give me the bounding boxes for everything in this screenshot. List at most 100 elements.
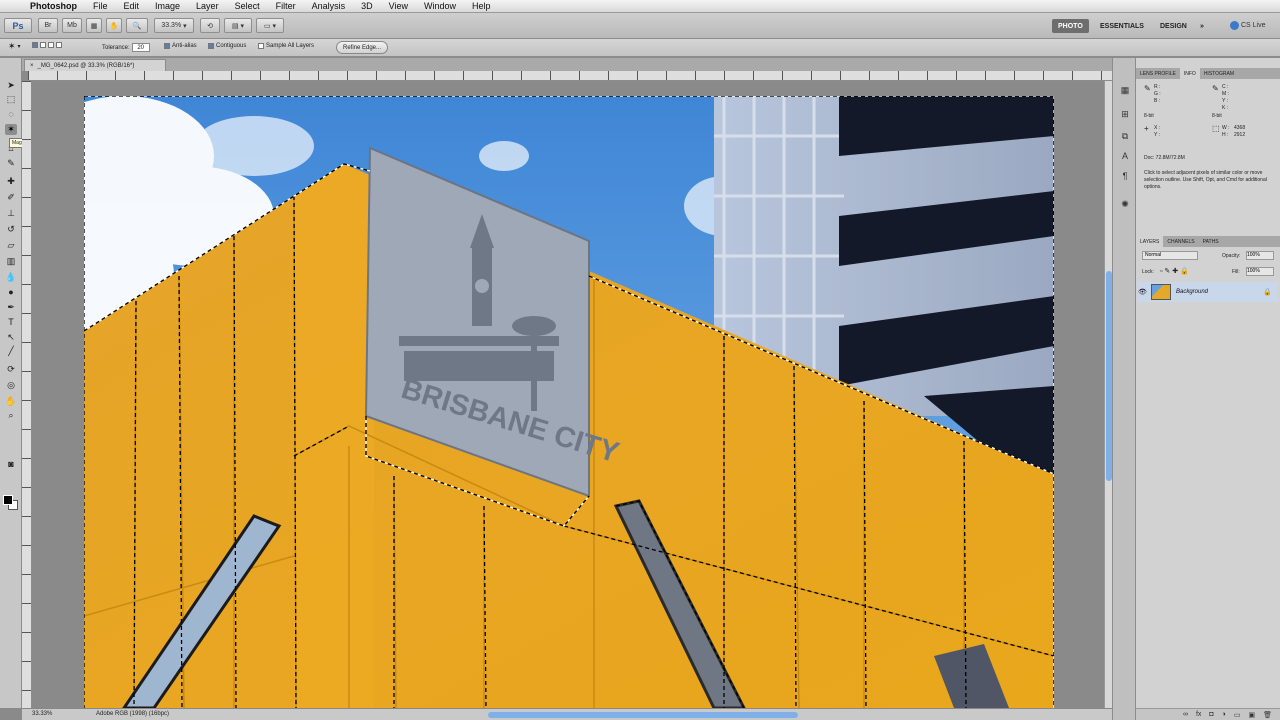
screen-mode-icon[interactable]: ▭ ▾ [256,18,284,33]
guides-icon[interactable]: ▦ [86,18,102,33]
tab-histogram[interactable]: HISTOGRAM [1200,68,1238,79]
tab-lens-profile[interactable]: LENS PROFILE [1136,68,1180,79]
eraser-tool-icon[interactable]: ▱ [5,240,17,251]
menu-filter[interactable]: Filter [268,1,304,11]
vertical-ruler[interactable] [22,81,32,708]
zoom-tool-icon[interactable]: 🔍 [126,18,148,33]
status-zoom[interactable]: 33.33% [32,711,52,717]
eyedropper-tool-icon[interactable]: ✎ [5,158,17,169]
tab-paths[interactable]: PATHS [1199,236,1223,247]
menu-3d[interactable]: 3D [353,1,381,11]
rotate-view-icon[interactable]: ⟲ [200,18,220,33]
vertical-scrollbar[interactable] [1104,81,1112,708]
menu-select[interactable]: Select [227,1,268,11]
brush-tool-icon[interactable]: ✐ [5,192,17,203]
lasso-tool-icon[interactable]: ◌ [5,108,17,119]
marquee-tool-icon[interactable]: ⬚ [5,94,17,105]
pen-tool-icon[interactable]: ✒ [5,302,17,313]
shape-tool-icon[interactable]: ╱ [5,346,17,357]
eye-icon[interactable]: 👁 [1138,288,1147,296]
menu-window[interactable]: Window [416,1,464,11]
info-m-label: M : [1222,91,1229,97]
tab-channels[interactable]: CHANNELS [1163,236,1198,247]
tab-info[interactable]: INFO [1179,68,1200,79]
anti-alias-checkbox[interactable] [164,43,170,49]
document-tab-close-icon[interactable]: × [30,63,34,69]
gradient-tool-icon[interactable]: ▥ [5,256,17,267]
workspace-more-button[interactable]: » [1194,19,1210,33]
dodge-tool-icon[interactable]: ● [5,286,17,297]
navigator-icon[interactable]: ⊞ [1119,108,1131,120]
menu-analysis[interactable]: Analysis [304,1,354,11]
menu-app-name[interactable]: Photoshop [22,1,85,11]
quick-mask-icon[interactable]: ◙ [5,458,17,469]
layer-mask-icon[interactable]: ◘ [1209,711,1213,718]
tolerance-input[interactable]: 20 [131,43,150,52]
new-selection-icon[interactable] [32,42,38,48]
workspace-essentials[interactable]: ESSENTIALS [1094,19,1150,33]
3d-rotate-tool-icon[interactable]: ⟳ [5,364,17,375]
ps-logo-icon[interactable]: Ps [4,18,32,33]
brushes-icon[interactable]: ✺ [1119,198,1131,210]
document-tab[interactable]: × _MG_0642.psd @ 33.3% (RGB/16*) [24,59,166,71]
zoom-tool-icon[interactable]: ⌕ [5,410,17,421]
anti-alias-option[interactable]: Anti-alias [164,43,197,49]
menu-help[interactable]: Help [464,1,499,11]
type-tool-icon[interactable]: T [5,316,17,327]
lock-options-icons[interactable]: ▫ ✎ ✚ 🔒 [1160,267,1189,275]
add-selection-icon[interactable] [40,42,46,48]
layer-row-background[interactable]: 👁 Background 🔒 [1138,282,1278,302]
new-layer-icon[interactable]: ▣ [1248,711,1255,719]
fill-input[interactable]: 100% [1246,267,1274,276]
history-icon[interactable]: ⧉ [1119,130,1131,142]
workspace-photo[interactable]: PHOTO [1052,19,1089,33]
blur-tool-icon[interactable]: 💧 [5,272,17,283]
photo-image[interactable]: BRISBANE CITY [84,96,1054,708]
horizontal-scroll-thumb[interactable] [488,712,798,718]
workspace-design[interactable]: DESIGN [1154,19,1193,33]
trash-icon[interactable]: 🗑 [1263,711,1272,719]
bridge-icon[interactable]: Br [38,18,58,33]
move-tool-icon[interactable]: ➤ [5,80,17,91]
refine-edge-button[interactable]: Refine Edge... [336,41,388,54]
arrange-documents-icon[interactable]: ▤ ▾ [224,18,252,33]
contiguous-checkbox[interactable] [208,43,214,49]
hand-tool-icon[interactable]: ✋ [106,18,122,33]
horizontal-ruler[interactable] [28,71,1112,81]
opacity-input[interactable]: 100% [1246,251,1274,260]
blend-mode-select[interactable]: Normal [1142,251,1198,260]
info-bit-right: 8-bit [1212,113,1222,119]
minibridge-icon[interactable]: Mb [62,18,82,33]
path-selection-tool-icon[interactable]: ↖ [5,332,17,343]
menu-view[interactable]: View [381,1,416,11]
paragraph-icon[interactable]: ¶ [1119,170,1131,182]
clone-stamp-tool-icon[interactable]: ⊥ [5,208,17,219]
document-canvas[interactable]: BRISBANE CITY [32,81,1104,708]
healing-brush-tool-icon[interactable]: ✚ [5,176,17,187]
status-profile[interactable]: Adobe RGB (1998) (16bpc) [96,711,169,717]
zoom-level-select[interactable]: 33.3% ▾ [154,18,194,33]
3d-orbit-tool-icon[interactable]: ◎ [5,380,17,391]
link-layers-icon[interactable]: ∞ [1183,711,1188,718]
adjustment-layer-icon[interactable]: ◑ [1222,711,1226,718]
hand-tool-icon[interactable]: ✋ [5,396,17,407]
intersect-selection-icon[interactable] [56,42,62,48]
group-icon[interactable]: ▭ [1234,711,1241,719]
magic-wand-tool-icon[interactable]: ✶ [5,124,17,135]
histogram-icon[interactable]: ▦ [1119,84,1131,96]
menu-image[interactable]: Image [147,1,188,11]
cs-live-button[interactable]: CS Live [1230,17,1278,33]
tab-layers[interactable]: LAYERS [1136,236,1164,247]
menu-edit[interactable]: Edit [116,1,148,11]
foreground-color-swatch[interactable] [3,495,13,505]
menu-layer[interactable]: Layer [188,1,227,11]
contiguous-option[interactable]: Contiguous [208,43,246,49]
subtract-selection-icon[interactable] [48,42,54,48]
layer-style-icon[interactable]: fx [1196,711,1201,718]
sample-all-layers-checkbox[interactable] [258,43,264,49]
history-brush-tool-icon[interactable]: ↺ [5,224,17,235]
tool-preset-picker[interactable]: ✶ ▾ [8,41,21,52]
menu-file[interactable]: File [85,1,116,11]
character-icon[interactable]: A [1119,150,1131,162]
sample-all-layers-option[interactable]: Sample All Layers [258,43,314,49]
